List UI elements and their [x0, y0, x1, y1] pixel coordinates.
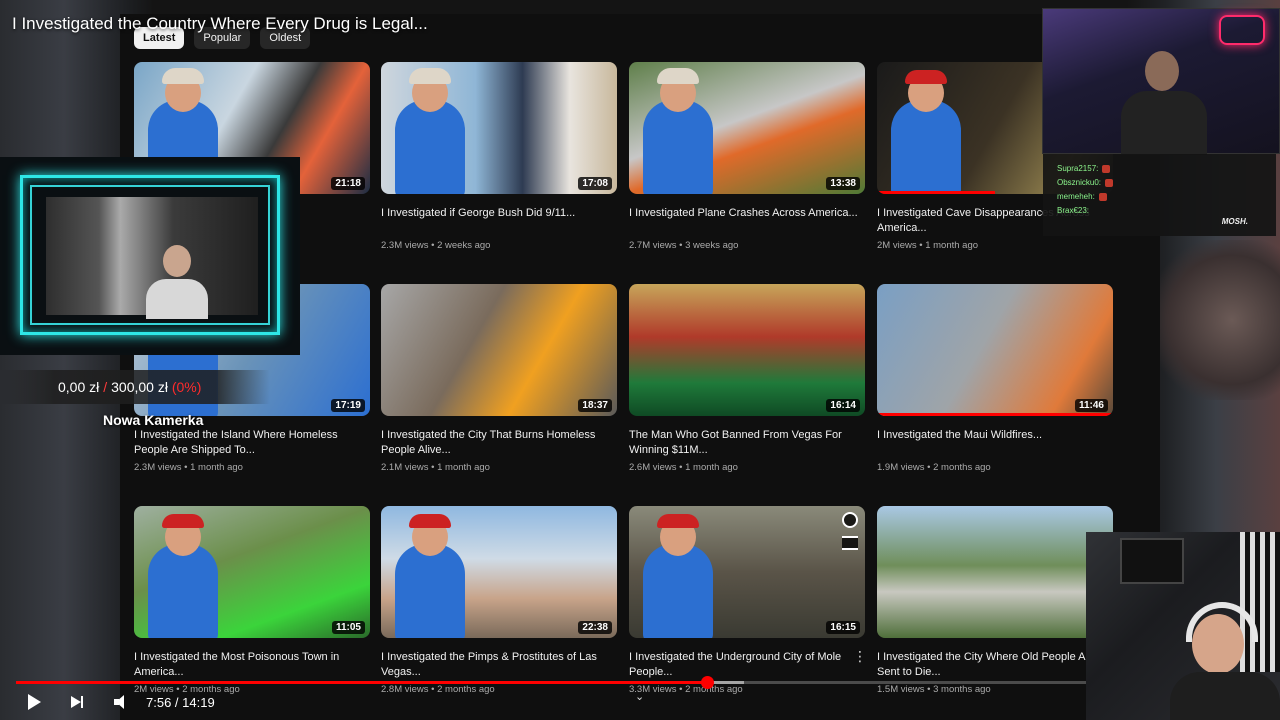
duration-badge: 17:08: [578, 177, 612, 190]
chat-line: memeheh:: [1057, 192, 1262, 201]
wall-frame: [1120, 538, 1184, 584]
video-title-overlay: I Investigated the Country Where Every D…: [12, 14, 428, 33]
video-thumbnail[interactable]: 22:38: [381, 506, 617, 638]
video-thumbnail[interactable]: 18:37: [381, 284, 617, 416]
video-card[interactable]: 16:14 The Man Who Got Banned From Vegas F…: [629, 284, 865, 473]
video-title[interactable]: I Investigated the Maui Wildfires...: [877, 428, 1113, 458]
video-card[interactable]: 22:38 I Investigated the Pimps & Prostitu…: [381, 506, 617, 695]
video-meta: 2M views • 1 month ago: [877, 240, 979, 251]
duration-badge: 17:19: [331, 399, 365, 412]
play-icon[interactable]: [24, 692, 44, 712]
thumbnail-figure: [148, 514, 218, 638]
video-meta: 1.9M views • 2 months ago: [877, 462, 991, 473]
time-display: 7:56 / 14:19: [146, 694, 215, 710]
webcam-label: Nowa Kamerka: [103, 412, 204, 428]
video-title[interactable]: I Investigated the Island Where Homeless…: [134, 428, 370, 458]
more-options-icon[interactable]: ⋮: [853, 648, 867, 665]
video-card[interactable]: 13:38 I Investigated Plane Crashes Across…: [629, 62, 865, 251]
video-title[interactable]: I Investigated the Pimps & Prostitutes o…: [381, 650, 617, 680]
video-title[interactable]: I Investigated the Most Poisonous Town i…: [134, 650, 370, 680]
chat-line: Supra2157:: [1057, 164, 1262, 173]
video-title[interactable]: I Investigated the City Where Old People…: [877, 650, 1113, 680]
duration-badge: 16:15: [826, 621, 860, 634]
volume-icon[interactable]: [112, 692, 132, 712]
donation-percent: (0%): [171, 379, 202, 395]
video-meta: 2.3M views • 1 month ago: [134, 462, 243, 473]
progress-played: [16, 681, 708, 684]
duration-badge: 21:18: [331, 177, 365, 190]
chat-line: Obsznicku0:: [1057, 178, 1262, 187]
video-thumbnail[interactable]: 11:05: [134, 506, 370, 638]
thumbnail-figure: [891, 70, 961, 194]
background-blur-right: [1160, 240, 1280, 400]
streamer-figure: [146, 245, 208, 319]
duration-badge: 22:38: [578, 621, 612, 634]
video-meta: 2.6M views • 1 month ago: [629, 462, 738, 473]
add-to-queue-icon[interactable]: [842, 536, 858, 550]
duration-badge: 13:38: [826, 177, 860, 190]
video-thumbnail[interactable]: 11:46: [877, 284, 1113, 416]
neon-sign-icon: [1219, 15, 1265, 45]
video-card[interactable]: 11:46 I Investigated the Maui Wildfires..…: [877, 284, 1113, 473]
thumbnail-figure: [643, 514, 713, 638]
video-card[interactable]: 18:37 I Investigated the City That Burns …: [381, 284, 617, 473]
webcam-overlay-left: [0, 157, 300, 355]
video-card[interactable]: 16:15 I Investigated the Underground City…: [629, 506, 865, 695]
video-thumbnail[interactable]: 13:38: [629, 62, 865, 194]
chevron-down-icon[interactable]: ⌄: [635, 690, 644, 703]
video-meta: 1.5M views • 3 months ago: [877, 684, 991, 695]
video-meta: 2.7M views • 3 weeks ago: [629, 240, 739, 251]
video-thumbnail[interactable]: 17:08: [381, 62, 617, 194]
donation-separator: /: [103, 379, 108, 395]
webcam-video: [46, 197, 258, 319]
video-thumbnail[interactable]: 16:14: [629, 284, 865, 416]
thumbnail-figure: [395, 68, 465, 194]
chat-badge-icon: [1105, 178, 1114, 187]
duration-badge: 11:46: [1074, 399, 1108, 412]
donation-goal: 300,00 zł: [111, 379, 168, 395]
video-meta: 3.3M views • 2 months ago: [629, 684, 743, 695]
video-title[interactable]: I Investigated the City That Burns Homel…: [381, 428, 617, 458]
video-title[interactable]: I Investigated if George Bush Did 9/11..…: [381, 206, 617, 236]
video-title[interactable]: The Man Who Got Banned From Vegas For Wi…: [629, 428, 865, 458]
video-title[interactable]: I Investigated Plane Crashes Across Amer…: [629, 206, 865, 236]
video-card[interactable]: I Investigated the City Where Old People…: [877, 506, 1113, 695]
thumbnail-figure: [643, 68, 713, 194]
duration-badge: 11:05: [331, 621, 365, 634]
webcam-overlay-bottom-right: [1086, 532, 1280, 720]
thumbnail-figure: [395, 514, 465, 638]
watched-progress: [877, 413, 1113, 416]
video-thumbnail[interactable]: 16:15: [629, 506, 865, 638]
chat-overlay: Supra2157: Obsznicku0: memeheh: Brax€23:…: [1043, 154, 1276, 236]
chat-badge-icon: [1098, 192, 1107, 201]
webcam-overlay-top-right: [1042, 8, 1280, 155]
chat-logo: MOSH.: [1221, 217, 1248, 226]
player-controls: 7:56 / 14:19: [24, 690, 215, 714]
video-card[interactable]: 17:08 I Investigated if George Bush Did 9…: [381, 62, 617, 251]
watch-later-icon[interactable]: [842, 512, 858, 528]
watched-progress: [877, 191, 995, 194]
video-meta: 2.3M views • 2 weeks ago: [381, 240, 491, 251]
duration-badge: 18:37: [578, 399, 612, 412]
chat-line: Brax€23:: [1057, 206, 1090, 215]
donation-current: 0,00 zł: [58, 379, 100, 395]
video-thumbnail[interactable]: [877, 506, 1113, 638]
chat-badge-icon: [1102, 164, 1111, 173]
progress-bar[interactable]: [16, 676, 1086, 689]
video-title[interactable]: I Investigated the Underground City of M…: [629, 650, 865, 680]
video-meta: 2.8M views • 2 months ago: [381, 684, 495, 695]
duration-badge: 16:14: [826, 399, 860, 412]
next-icon[interactable]: [68, 692, 88, 712]
donation-goal-bar: 0,00 zł/300,00 zł (0%): [0, 370, 270, 404]
video-card[interactable]: 11:05 I Investigated the Most Poisonous T…: [134, 506, 370, 695]
streamer-figure-2: [1121, 51, 1207, 155]
video-meta: 2.1M views • 1 month ago: [381, 462, 490, 473]
